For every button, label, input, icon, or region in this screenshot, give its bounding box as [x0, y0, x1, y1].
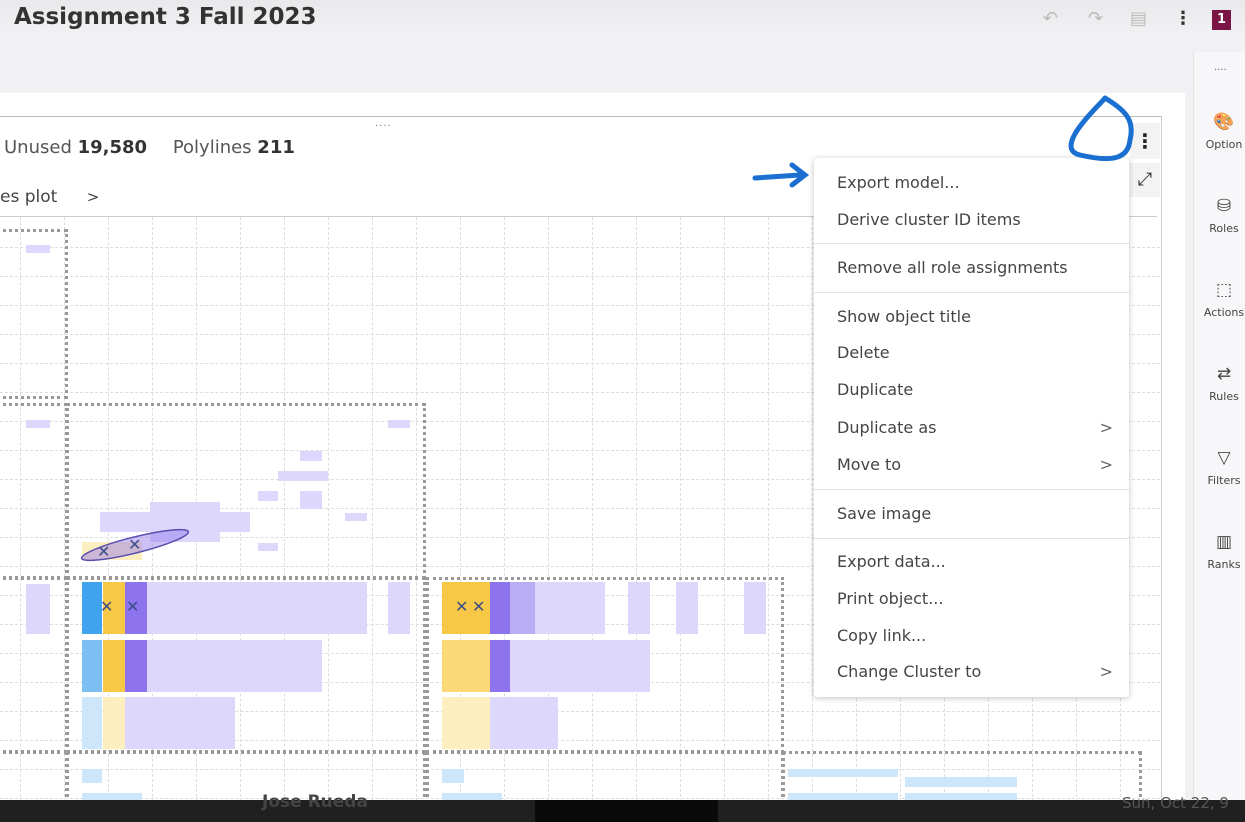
sidebar-item-label: Actions	[1203, 306, 1245, 319]
centroid-marker: ✕	[472, 597, 486, 616]
chevron-right-icon: >	[1099, 455, 1113, 474]
sidebar-item-label: Roles	[1209, 222, 1239, 235]
sidebar-item-label: Rules	[1209, 390, 1239, 403]
menu-item-label: Export model...	[837, 173, 960, 192]
menu-separator	[814, 243, 1129, 244]
centroid-marker: ✕	[455, 597, 469, 616]
polylines-label: Polylines	[172, 137, 252, 158]
save-icon[interactable]: ▤	[1130, 8, 1147, 29]
filter-icon: ▽	[1217, 448, 1231, 468]
menu-separator	[814, 489, 1129, 490]
palette-icon: 🎨	[1213, 112, 1235, 132]
centroid-marker: ✕	[97, 542, 111, 561]
menu-item-export-data[interactable]: Export data...	[814, 544, 1129, 580]
video-overlay-bar: Jose Rueda Sun, Oct 22, 9	[0, 792, 1245, 822]
menu-item-label: Duplicate	[837, 380, 914, 399]
user-badge[interactable]: 1	[1212, 10, 1231, 30]
sidebar-item-options[interactable]: 🎨 Option	[1194, 112, 1245, 151]
menu-item-label: Copy link...	[837, 626, 927, 645]
chevron-right-icon: >	[1099, 662, 1113, 681]
menu-item-export-model[interactable]: Export model...	[814, 165, 1129, 201]
menu-item-label: Delete	[837, 343, 890, 362]
cluster-cell-border	[0, 751, 68, 807]
menu-item-show-title[interactable]: Show object title	[814, 299, 1129, 335]
report-title: Assignment 3 Fall 2023	[14, 4, 317, 30]
rules-icon: ⇄	[1216, 364, 1232, 384]
menu-item-remove-roles[interactable]: Remove all role assignments	[814, 250, 1129, 286]
menu-item-duplicate-as[interactable]: Duplicate as >	[814, 410, 1129, 446]
menu-item-label: Duplicate as	[837, 418, 937, 437]
polylines-value: 211	[257, 137, 295, 158]
menu-item-save-image[interactable]: Save image	[814, 496, 1129, 532]
cluster-cell-border	[66, 751, 426, 807]
database-icon: ⛁	[1216, 196, 1232, 216]
cursor-select-icon: ⬚	[1215, 280, 1233, 300]
sidebar-item-ranks[interactable]: ▥ Ranks	[1194, 532, 1245, 571]
sidebar-handle[interactable]: ....	[1214, 62, 1227, 73]
sidebar-item-label: Ranks	[1207, 558, 1241, 571]
menu-item-label: Remove all role assignments	[837, 258, 1068, 277]
chevron-right-icon: >	[1099, 418, 1113, 437]
maximize-icon[interactable]: ⤢	[1130, 163, 1160, 197]
menu-item-duplicate[interactable]: Duplicate	[814, 372, 1129, 408]
unused-value: 19,580	[77, 137, 148, 158]
menu-item-change-cluster[interactable]: Change Cluster to >	[814, 654, 1129, 690]
sidebar-item-actions[interactable]: ⬚ Actions	[1194, 280, 1245, 319]
menu-item-label: Change Cluster to	[837, 662, 982, 681]
menu-item-label: Show object title	[837, 307, 971, 326]
cluster-cell-border	[0, 577, 68, 753]
unused-label: Unused	[4, 137, 72, 158]
undo-icon[interactable]: ↶	[1043, 8, 1058, 29]
menu-item-delete[interactable]: Delete	[814, 335, 1129, 371]
cluster-cell-border	[0, 229, 68, 399]
cluster-cell-border	[0, 403, 68, 579]
breadcrumb[interactable]: es plot >	[0, 187, 99, 207]
more-options-icon[interactable]: ⋮	[1174, 8, 1192, 29]
centroid-marker: ✕	[100, 597, 114, 616]
menu-item-label: Save image	[837, 504, 932, 523]
video-control[interactable]	[535, 800, 718, 822]
sidebar-item-label: Filters	[1207, 474, 1241, 487]
object-context-menu: Export model... Derive cluster ID items …	[814, 158, 1129, 697]
cluster-cell-border	[426, 751, 784, 807]
menu-item-move-to[interactable]: Move to >	[814, 447, 1129, 483]
menu-item-label: Derive cluster ID items	[837, 210, 1021, 229]
presenter-name: Jose Rueda	[262, 792, 368, 812]
menu-item-copy-link[interactable]: Copy link...	[814, 618, 1129, 654]
object-menu-button[interactable]: ⋮	[1130, 123, 1160, 159]
menu-item-print-object[interactable]: Print object...	[814, 581, 1129, 617]
app-header: Assignment 3 Fall 2023 ↶ ↷ ▤ ⋮ 1	[0, 0, 1245, 44]
menu-separator	[814, 292, 1129, 293]
object-stats: Unused 19,580 Polylines 211	[4, 137, 295, 158]
ranks-icon: ▥	[1215, 532, 1233, 552]
menu-item-label: Move to	[837, 455, 902, 474]
menu-item-derive-cluster-id[interactable]: Derive cluster ID items	[814, 202, 1129, 238]
menu-separator	[814, 538, 1129, 539]
timestamp: Sun, Oct 22, 9	[1122, 794, 1229, 812]
sidebar-item-rules[interactable]: ⇄ Rules	[1194, 364, 1245, 403]
cluster-cell-border	[66, 577, 426, 753]
drag-handle[interactable]: ....	[375, 118, 392, 129]
sidebar-item-roles[interactable]: ⛁ Roles	[1194, 196, 1245, 235]
sidebar-item-label: Option	[1205, 138, 1243, 151]
sidebar-item-filters[interactable]: ▽ Filters	[1194, 448, 1245, 487]
breadcrumb-label[interactable]: es plot	[0, 187, 57, 207]
centroid-marker: ✕	[128, 535, 142, 554]
redo-icon[interactable]: ↷	[1088, 8, 1103, 29]
cluster-cell-border	[782, 751, 1142, 807]
chevron-right-icon[interactable]: >	[87, 188, 100, 206]
menu-item-label: Export data...	[837, 552, 946, 571]
menu-item-label: Print object...	[837, 589, 944, 608]
right-sidebar: .... 🎨 Option ⛁ Roles ⬚ Actions ⇄ Rules ▽ Fil…	[1193, 52, 1245, 812]
centroid-marker: ✕	[126, 597, 140, 616]
